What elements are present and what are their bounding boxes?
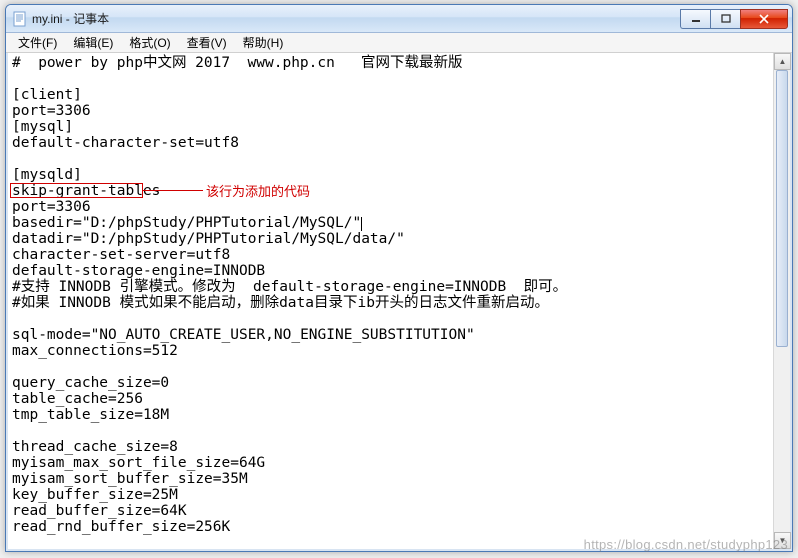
menu-format[interactable]: 格式(O) [121,32,178,53]
menu-edit[interactable]: 编辑(E) [65,32,121,53]
scroll-up-button[interactable]: ▲ [774,53,791,70]
editor-area: # power by php中文网 2017 www.php.cn 官网下载最新… [6,53,792,551]
text-content[interactable]: # power by php中文网 2017 www.php.cn 官网下载最新… [8,53,773,549]
minimize-button[interactable] [680,9,710,29]
line: basedir="D:/phpStudy/PHPTutorial/MySQL/" [12,215,361,231]
annotation-text: 该行为添加的代码 [206,181,310,200]
line: myisam_sort_buffer_size=35M [12,471,248,487]
maximize-button[interactable] [710,9,740,29]
line: myisam_max_sort_file_size=64G [12,455,265,471]
line: read_rnd_buffer_size=256K [12,519,230,535]
line: # power by php中文网 2017 www.php.cn 官网下载最新… [12,55,463,71]
line: port=3306 [12,199,91,215]
line: max_connections=512 [12,343,178,359]
line: tmp_table_size=18M [12,407,169,423]
line: [mysqld] [12,167,82,183]
scroll-thumb[interactable] [776,70,788,347]
notepad-window: my.ini - 记事本 文件(F) 编辑(E) 格式(O) 查看(V) 帮助(… [5,4,793,552]
scroll-down-button[interactable]: ▼ [774,532,791,549]
line: character-set-server=utf8 [12,247,230,263]
line: query_cache_size=0 [12,375,169,391]
close-button[interactable] [740,9,788,29]
menubar: 文件(F) 编辑(E) 格式(O) 查看(V) 帮助(H) [6,33,792,53]
line: read_buffer_size=64K [12,503,187,519]
line: key_buffer_size=25M [12,487,178,503]
annotation-arrow [143,190,203,191]
notepad-icon [12,11,28,27]
titlebar[interactable]: my.ini - 记事本 [6,5,792,33]
line: thread_cache_size=8 [12,439,178,455]
line: #如果 INNODB 模式如果不能启动，删除data目录下ib开头的日志文件重新… [12,295,549,311]
line: sql-mode="NO_AUTO_CREATE_USER,NO_ENGINE_… [12,327,475,343]
line: table_cache=256 [12,391,143,407]
menu-view[interactable]: 查看(V) [179,32,235,53]
line: default-storage-engine=INNODB [12,263,265,279]
scroll-track[interactable] [774,70,790,532]
line: default-character-set=utf8 [12,135,239,151]
menu-file[interactable]: 文件(F) [10,32,65,53]
line: [mysql] [12,119,73,135]
window-controls [680,9,788,29]
line: datadir="D:/phpStudy/PHPTutorial/MySQL/d… [12,231,405,247]
window-title: my.ini - 记事本 [32,10,680,27]
line: [client] [12,87,82,103]
text-caret [361,217,362,231]
line: skip-grant-tables [12,183,160,199]
vertical-scrollbar[interactable]: ▲ ▼ [773,53,790,549]
line: #支持 INNODB 引擎模式。修改为 default-storage-engi… [12,279,567,295]
line: port=3306 [12,103,91,119]
menu-help[interactable]: 帮助(H) [235,32,292,53]
